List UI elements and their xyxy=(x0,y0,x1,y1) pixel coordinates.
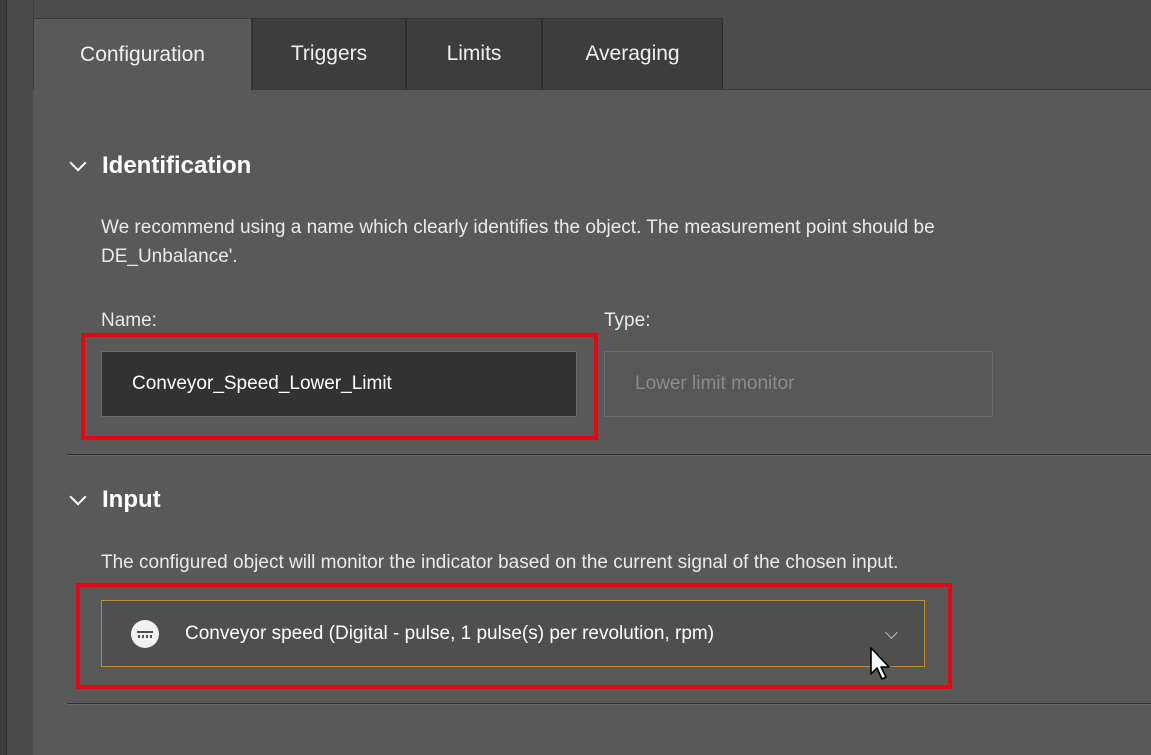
tab-triggers[interactable]: Triggers xyxy=(252,18,406,89)
input-title: Input xyxy=(102,486,161,513)
chevron-down-icon xyxy=(69,488,87,506)
type-field: Lower limit monitor xyxy=(604,351,993,417)
identification-description-line1: We recommend using a name which clearly … xyxy=(101,217,935,238)
left-margin xyxy=(7,0,34,755)
input-description: The configured object will monitor the i… xyxy=(101,552,899,573)
name-highlight-box xyxy=(81,333,598,440)
name-label: Name: xyxy=(101,310,157,331)
input-header[interactable]: Input xyxy=(69,486,161,514)
input-highlight-box xyxy=(76,583,952,689)
tab-averaging[interactable]: Averaging xyxy=(542,18,723,89)
tab-bar: Configuration Triggers Limits Averaging xyxy=(33,18,1151,90)
identification-title: Identification xyxy=(102,152,252,179)
type-field-placeholder: Lower limit monitor xyxy=(635,373,795,394)
identification-header[interactable]: Identification xyxy=(69,152,252,180)
window-edge xyxy=(0,0,7,755)
section-divider-bottom xyxy=(67,703,1151,705)
identification-description-line2: DE_Unbalance'. xyxy=(101,246,238,267)
chevron-down-icon xyxy=(69,154,87,172)
mouse-cursor-icon xyxy=(870,647,890,680)
section-divider xyxy=(67,454,1151,456)
tab-limits[interactable]: Limits xyxy=(406,18,542,89)
tab-configuration[interactable]: Configuration xyxy=(33,18,252,90)
type-label: Type: xyxy=(604,310,651,331)
